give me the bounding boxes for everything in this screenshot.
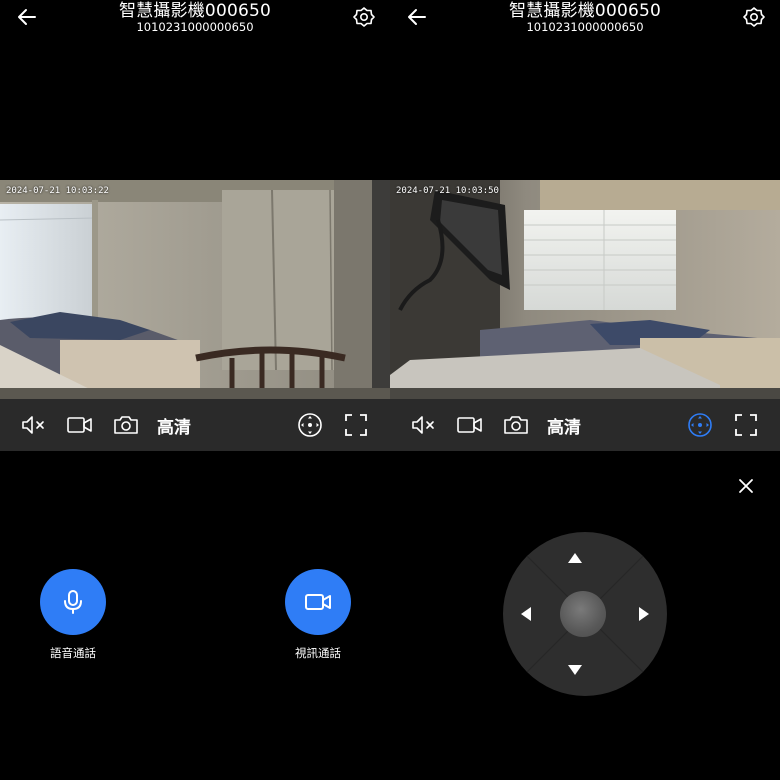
device-serial: 1010231000000650 [526, 20, 644, 34]
left-panel: 智慧攝影機000650 1010231000000650 2024-07-21 … [0, 0, 390, 780]
ptz-joystick[interactable] [503, 532, 667, 696]
ptz-icon[interactable] [686, 412, 714, 438]
video-control-bar: 高清 [0, 399, 390, 451]
right-panel: 智慧攝影機000650 1010231000000650 2024-07-21 … [390, 0, 780, 780]
video-camera-icon [305, 594, 331, 610]
video-control-bar: 高清 [390, 399, 780, 451]
record-video-icon[interactable] [66, 412, 94, 438]
page-title: 智慧攝影機000650 [508, 1, 662, 21]
live-video[interactable]: 2024-07-21 10:03:22 [0, 180, 390, 399]
fullscreen-icon[interactable] [342, 412, 370, 438]
mute-icon[interactable] [410, 412, 438, 438]
video-call-button[interactable] [285, 569, 351, 635]
quality-toggle[interactable]: 高清 [544, 412, 584, 438]
video-frame [0, 180, 390, 399]
arrow-right-icon[interactable] [635, 605, 653, 623]
quality-toggle[interactable]: 高清 [154, 412, 194, 438]
header: 智慧攝影機000650 1010231000000650 [390, 0, 780, 40]
video-frame [390, 180, 780, 399]
snapshot-camera-icon[interactable] [502, 412, 530, 438]
settings-flower-icon[interactable] [742, 5, 766, 29]
snapshot-camera-icon[interactable] [112, 412, 140, 438]
video-call-label: 視訊通話 [295, 646, 341, 660]
video-timestamp: 2024-07-21 10:03:22 [6, 186, 109, 196]
record-video-icon[interactable] [456, 412, 484, 438]
video-timestamp: 2024-07-21 10:03:50 [396, 186, 499, 196]
fullscreen-icon[interactable] [732, 412, 760, 438]
arrow-up-icon[interactable] [566, 549, 584, 567]
settings-flower-icon[interactable] [352, 5, 376, 29]
header: 智慧攝影機000650 1010231000000650 [0, 0, 390, 40]
arrow-left-icon[interactable] [517, 605, 535, 623]
mute-icon[interactable] [20, 412, 48, 438]
close-icon[interactable] [736, 476, 756, 496]
ptz-icon[interactable] [296, 412, 324, 438]
voice-call-button[interactable] [40, 569, 106, 635]
device-serial: 1010231000000650 [136, 20, 254, 34]
microphone-icon [64, 590, 82, 614]
voice-call-label: 語音通話 [50, 646, 96, 660]
page-title: 智慧攝影機000650 [118, 1, 272, 21]
arrow-down-icon[interactable] [566, 661, 584, 679]
joystick-knob[interactable] [560, 591, 606, 637]
live-video[interactable]: 2024-07-21 10:03:50 [390, 180, 780, 399]
